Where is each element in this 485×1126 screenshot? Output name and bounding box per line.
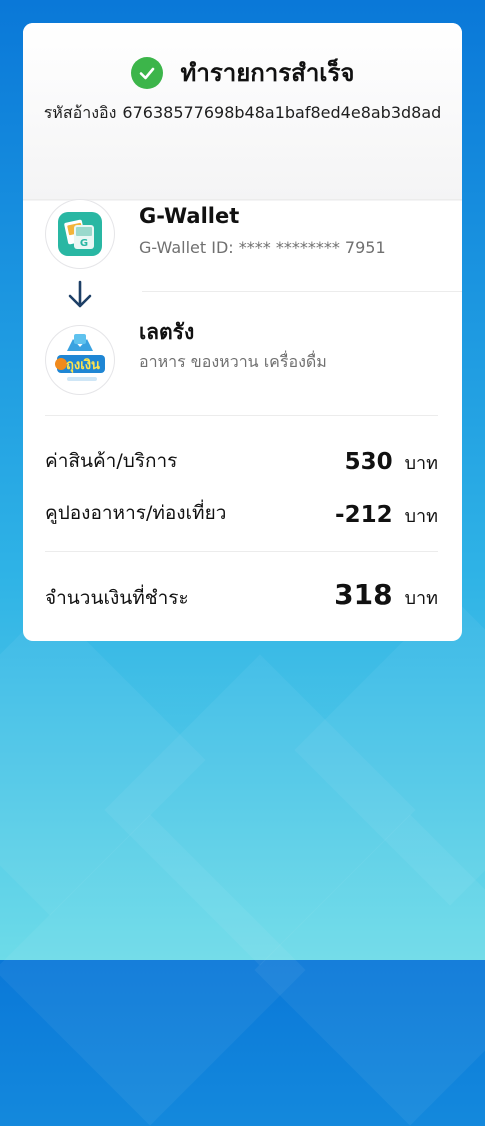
party-divider [142, 291, 462, 292]
arrow-down-icon [68, 280, 92, 308]
summary-divider [45, 415, 438, 416]
payer-account: G-Wallet ID: **** ******** 7951 [139, 238, 386, 257]
total-value: 318 บาท [334, 578, 438, 612]
coupon-label: คูปองอาหาร/ท่องเที่ยว [45, 502, 227, 524]
total-amount: 318 [334, 578, 393, 611]
status-row: ทำรายการสำเร็จ [23, 53, 462, 92]
total-label: จำนวนเงินที่ชำระ [45, 587, 189, 609]
thung-ngoen-logo-icon: ถุงเงิน [55, 334, 105, 381]
goods-value: 530 บาท [345, 448, 438, 477]
goods-unit: บาท [404, 453, 438, 474]
reference-value: 67638577698b48a1baf8ed4e8ab3d8ad [122, 103, 442, 122]
goods-amount: 530 [344, 449, 393, 475]
total-unit: บาท [404, 588, 438, 609]
payer-avatar: G [46, 200, 114, 268]
total-divider [45, 551, 438, 552]
merchant-name: เลตรัง [139, 320, 195, 344]
goods-label: ค่าสินค้า/บริการ [45, 450, 178, 472]
status-title: ทำรายการสำเร็จ [180, 59, 355, 87]
coupon-unit: บาท [404, 506, 438, 527]
logo-wordmark: ถุงเงิน [66, 358, 100, 373]
payer-name: G-Wallet [139, 204, 240, 228]
receipt-card: ทำรายการสำเร็จ รหัสอ้างอิง 67638577698b48… [23, 23, 462, 641]
header-divider [23, 199, 462, 200]
coupon-value: -212 บาท [335, 501, 438, 530]
reference-row: รหัสอ้างอิง 67638577698b48a1baf8ed4e8ab3d… [23, 101, 462, 126]
coupon-amount: -212 [335, 502, 393, 528]
svg-text:G: G [80, 238, 88, 249]
receipt-header: ทำรายการสำเร็จ รหัสอ้างอิง 67638577698b48… [23, 23, 462, 201]
merchant-category: อาหาร ของหวาน เครื่องดื่ม [139, 352, 327, 371]
reference-label: รหัสอ้างอิง [43, 103, 117, 122]
g-wallet-logo-icon: G [58, 212, 102, 256]
merchant-avatar: ถุงเงิน [46, 326, 114, 394]
check-icon [130, 56, 163, 89]
